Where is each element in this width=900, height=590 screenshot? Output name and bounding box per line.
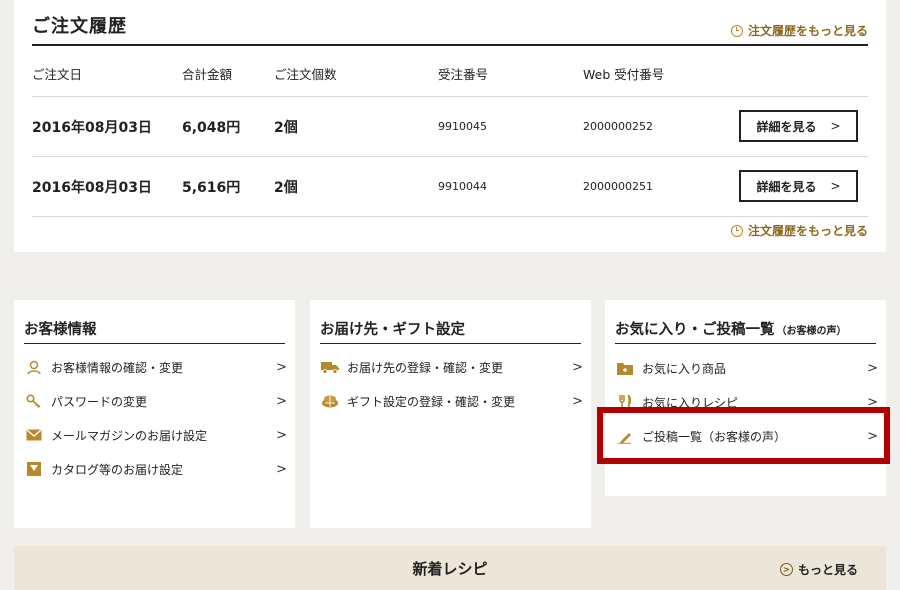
table-row: 2016年08月03日 5,616円 2個 9910044 2000000251… bbox=[32, 157, 868, 217]
favorites-posts-card: お気に入り・ご投稿一覧 （お客様の声） お気に入り商品 > お気に入りレシピ > … bbox=[605, 300, 886, 496]
menu-item-password[interactable]: パスワードの変更 > bbox=[24, 388, 287, 414]
favorites-posts-title: お気に入り・ご投稿一覧 （お客様の声） bbox=[615, 318, 876, 344]
order-detail-button[interactable]: 詳細を見る > bbox=[739, 110, 858, 142]
delivery-gift-card: お届け先・ギフト設定 お届け先の登録・確認・変更 > ギフト設定の登録・確認・変… bbox=[310, 300, 591, 528]
catalog-icon bbox=[24, 461, 44, 477]
chevron-right-icon: > bbox=[867, 360, 878, 376]
favorites-posts-title-text: お気に入り・ご投稿一覧 bbox=[615, 321, 775, 338]
menu-item-gift-settings[interactable]: ギフト設定の登録・確認・変更 > bbox=[320, 388, 583, 414]
order-count: 2個 bbox=[274, 179, 298, 196]
chevron-right-icon: > bbox=[830, 179, 841, 193]
new-recipes-bar: 新着レシピ > もっと見る bbox=[14, 546, 886, 590]
delivery-gift-title-text: お届け先・ギフト設定 bbox=[320, 321, 465, 338]
order-total: 5,616円 bbox=[182, 179, 241, 196]
new-recipes-more-link[interactable]: > もっと見る bbox=[779, 561, 858, 578]
order-history-header: ご注文履歴 注文履歴をもっと見る bbox=[32, 0, 868, 46]
menu-item-catalog[interactable]: カタログ等のお届け設定 > bbox=[24, 456, 287, 482]
chevron-right-icon: > bbox=[830, 119, 841, 133]
menu-item-label: パスワードの変更 bbox=[51, 394, 148, 409]
menu-item-label: お客様情報の確認・変更 bbox=[51, 360, 184, 375]
column-header-count: ご注文個数 bbox=[274, 67, 337, 82]
order-number: 9910044 bbox=[438, 180, 487, 193]
clock-icon bbox=[730, 224, 743, 237]
order-total: 6,048円 bbox=[182, 119, 241, 136]
menu-item-label: カタログ等のお届け設定 bbox=[51, 462, 184, 477]
chevron-right-icon: > bbox=[572, 359, 583, 375]
menu-item-favorite-products[interactable]: お気に入り商品 > bbox=[615, 355, 878, 381]
column-header-total: 合計金額 bbox=[182, 67, 233, 82]
customer-info-title-text: お客様情報 bbox=[24, 321, 97, 338]
order-history-panel: ご注文履歴 注文履歴をもっと見る ご注文日 合計金額 ご注文個数 受注番号 We… bbox=[14, 0, 886, 252]
order-date: 2016年08月03日 bbox=[32, 179, 152, 196]
delivery-gift-title: お届け先・ギフト設定 bbox=[320, 318, 581, 344]
menu-item-label: お届け先の登録・確認・変更 bbox=[347, 360, 504, 375]
highlight-box bbox=[597, 407, 890, 464]
truck-icon bbox=[320, 359, 340, 375]
order-history-more-link-bottom[interactable]: 注文履歴をもっと見る bbox=[730, 222, 868, 239]
menu-item-label: メールマガジンのお届け設定 bbox=[51, 428, 208, 443]
menu-item-label: お気に入り商品 bbox=[642, 361, 727, 376]
chevron-circle-icon: > bbox=[779, 563, 793, 576]
menu-item-label: ギフト設定の登録・確認・変更 bbox=[347, 394, 516, 409]
column-header-web-no: Web 受付番号 bbox=[583, 67, 665, 82]
table-row: 2016年08月03日 6,048円 2個 9910045 2000000252… bbox=[32, 97, 868, 157]
order-count: 2個 bbox=[274, 119, 298, 136]
envelope-icon bbox=[24, 427, 44, 443]
customer-info-title: お客様情報 bbox=[24, 318, 285, 344]
menu-item-delivery-address[interactable]: お届け先の登録・確認・変更 > bbox=[320, 354, 583, 380]
column-header-order-no: 受注番号 bbox=[438, 67, 489, 82]
gift-icon bbox=[320, 393, 340, 409]
chevron-right-icon: > bbox=[276, 359, 287, 375]
favorites-posts-title-sub: （お客様の声） bbox=[776, 326, 847, 337]
web-order-number: 2000000252 bbox=[583, 120, 653, 133]
order-history-more-label: 注文履歴をもっと見る bbox=[747, 224, 868, 238]
chevron-right-icon: > bbox=[276, 427, 287, 443]
chevron-right-icon: > bbox=[572, 393, 583, 409]
order-table-header: ご注文日 合計金額 ご注文個数 受注番号 Web 受付番号 bbox=[32, 48, 868, 97]
person-icon bbox=[24, 359, 44, 375]
clock-icon bbox=[730, 24, 743, 37]
key-icon bbox=[24, 393, 44, 409]
chevron-right-icon: > bbox=[276, 461, 287, 477]
order-detail-button[interactable]: 詳細を見る > bbox=[739, 170, 858, 202]
web-order-number: 2000000251 bbox=[583, 180, 653, 193]
new-recipes-title: 新着レシピ bbox=[412, 560, 488, 578]
order-date: 2016年08月03日 bbox=[32, 119, 152, 136]
folder-icon bbox=[615, 360, 635, 376]
order-history-more-link-top[interactable]: 注文履歴をもっと見る bbox=[730, 22, 868, 39]
new-recipes-more-label: もっと見る bbox=[797, 563, 858, 577]
column-header-date: ご注文日 bbox=[32, 67, 83, 82]
order-table: ご注文日 合計金額 ご注文個数 受注番号 Web 受付番号 2016年08月03… bbox=[32, 48, 868, 217]
order-history-more-label: 注文履歴をもっと見る bbox=[747, 24, 868, 38]
menu-item-mail-magazine[interactable]: メールマガジンのお届け設定 > bbox=[24, 422, 287, 448]
order-number: 9910045 bbox=[438, 120, 487, 133]
order-detail-button-label: 詳細を見る bbox=[756, 179, 817, 194]
order-history-title: ご注文履歴 bbox=[32, 16, 127, 37]
menu-item-customer-info[interactable]: お客様情報の確認・変更 > bbox=[24, 354, 287, 380]
chevron-right-icon: > bbox=[276, 393, 287, 409]
customer-info-card: お客様情報 お客様情報の確認・変更 > パスワードの変更 > メールマガジンのお… bbox=[14, 300, 295, 528]
order-detail-button-label: 詳細を見る bbox=[756, 119, 817, 134]
